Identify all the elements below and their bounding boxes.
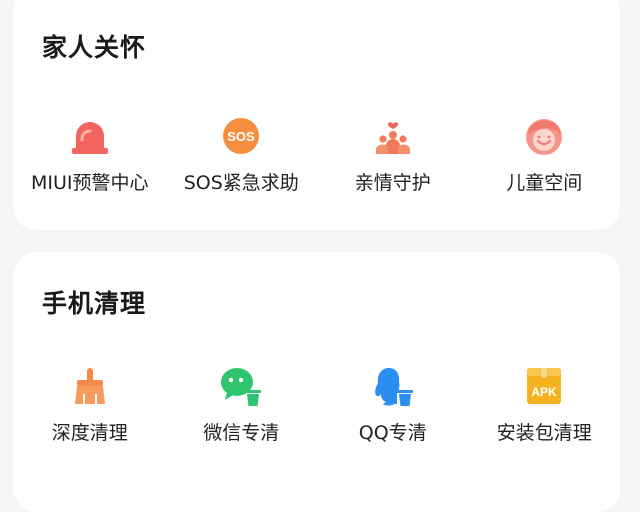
wechat-clean-item[interactable]: 微信专清 xyxy=(166,364,318,445)
family-guard-label: 亲情守护 xyxy=(354,172,431,194)
miui-alert-center-label: MIUI预警中心 xyxy=(30,172,149,194)
family-care-card: 家人关怀 MIUI预警中心 SOS SOS紧急求助 亲情守护 儿童空间 xyxy=(14,0,620,230)
family-guard-icon xyxy=(371,114,415,158)
sos-icon: SOS xyxy=(219,114,263,158)
apk-clean-label: 安装包清理 xyxy=(496,422,592,444)
wechat-clean-icon xyxy=(219,364,263,408)
phone-clean-title: 手机清理 xyxy=(42,289,147,318)
apk-icon: APK xyxy=(522,364,566,408)
alarm-siren-icon xyxy=(68,114,112,158)
sos-icon-text: SOS xyxy=(228,129,256,144)
child-face-icon xyxy=(522,114,566,158)
child-space-label: 儿童空间 xyxy=(506,172,583,194)
qq-clean-icon xyxy=(371,364,415,408)
phone-clean-card: 手机清理 深度清理 微信专清 QQ专清 APK 安装包清理 xyxy=(14,252,620,512)
phone-clean-grid: 深度清理 微信专清 QQ专清 APK 安装包清理 xyxy=(14,364,620,445)
qq-clean-label: QQ专清 xyxy=(358,422,427,444)
broom-icon xyxy=(68,364,112,408)
family-care-title: 家人关怀 xyxy=(42,33,147,62)
sos-help-label: SOS紧急求助 xyxy=(183,172,299,194)
qq-clean-item[interactable]: QQ专清 xyxy=(317,364,469,445)
wechat-clean-label: 微信专清 xyxy=(203,422,280,444)
deep-clean-item[interactable]: 深度清理 xyxy=(14,364,166,445)
sos-help-item[interactable]: SOS SOS紧急求助 xyxy=(166,114,318,195)
apk-clean-item[interactable]: APK 安装包清理 xyxy=(469,364,621,445)
apk-icon-text: APK xyxy=(532,385,558,399)
child-space-item[interactable]: 儿童空间 xyxy=(469,114,621,195)
family-guard-item[interactable]: 亲情守护 xyxy=(317,114,469,195)
family-care-grid: MIUI预警中心 SOS SOS紧急求助 亲情守护 儿童空间 xyxy=(14,114,620,195)
deep-clean-label: 深度清理 xyxy=(51,422,128,444)
miui-alert-center-item[interactable]: MIUI预警中心 xyxy=(14,114,166,195)
